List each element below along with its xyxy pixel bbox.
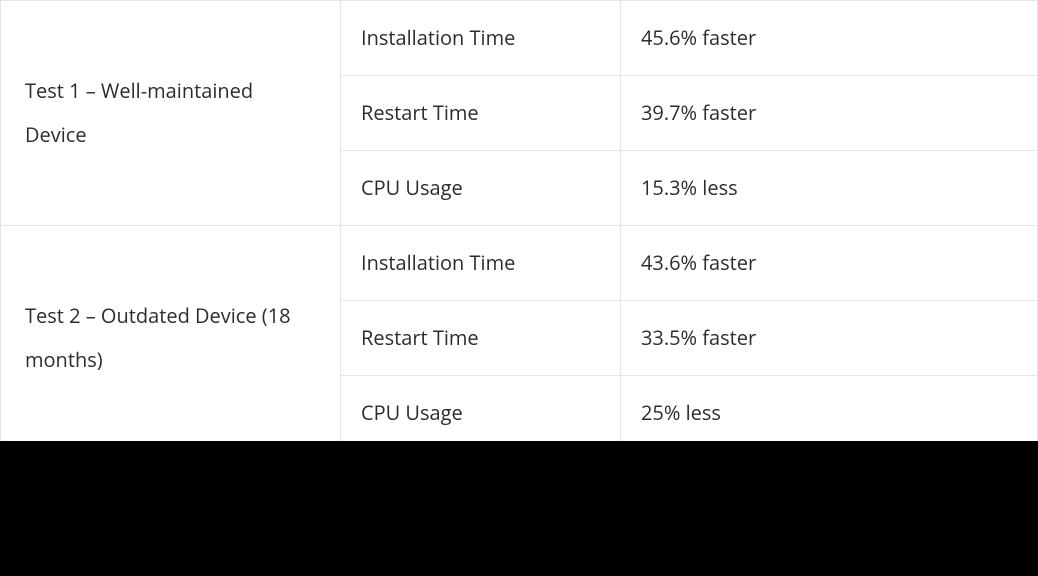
metric-name: Restart Time bbox=[341, 301, 621, 376]
test-label: Test 2 – Outdated Device (18 months) bbox=[1, 226, 341, 451]
table-row: Test 2 – Outdated Device (18 months) Ins… bbox=[1, 226, 1038, 301]
metric-value: 45.6% faster bbox=[621, 1, 1038, 76]
metric-name: Installation Time bbox=[341, 1, 621, 76]
metric-value: 39.7% faster bbox=[621, 76, 1038, 151]
metric-name: Restart Time bbox=[341, 76, 621, 151]
metric-name: Installation Time bbox=[341, 226, 621, 301]
metric-value: 33.5% faster bbox=[621, 301, 1038, 376]
metric-value: 43.6% faster bbox=[621, 226, 1038, 301]
metric-name: CPU Usage bbox=[341, 376, 621, 451]
bottom-bar bbox=[0, 441, 1038, 576]
test-label: Test 1 – Well-maintained Device bbox=[1, 1, 341, 226]
metric-value: 25% less bbox=[621, 376, 1038, 451]
table-row: Test 1 – Well-maintained Device Installa… bbox=[1, 1, 1038, 76]
metric-name: CPU Usage bbox=[341, 151, 621, 226]
metric-value: 15.3% less bbox=[621, 151, 1038, 226]
